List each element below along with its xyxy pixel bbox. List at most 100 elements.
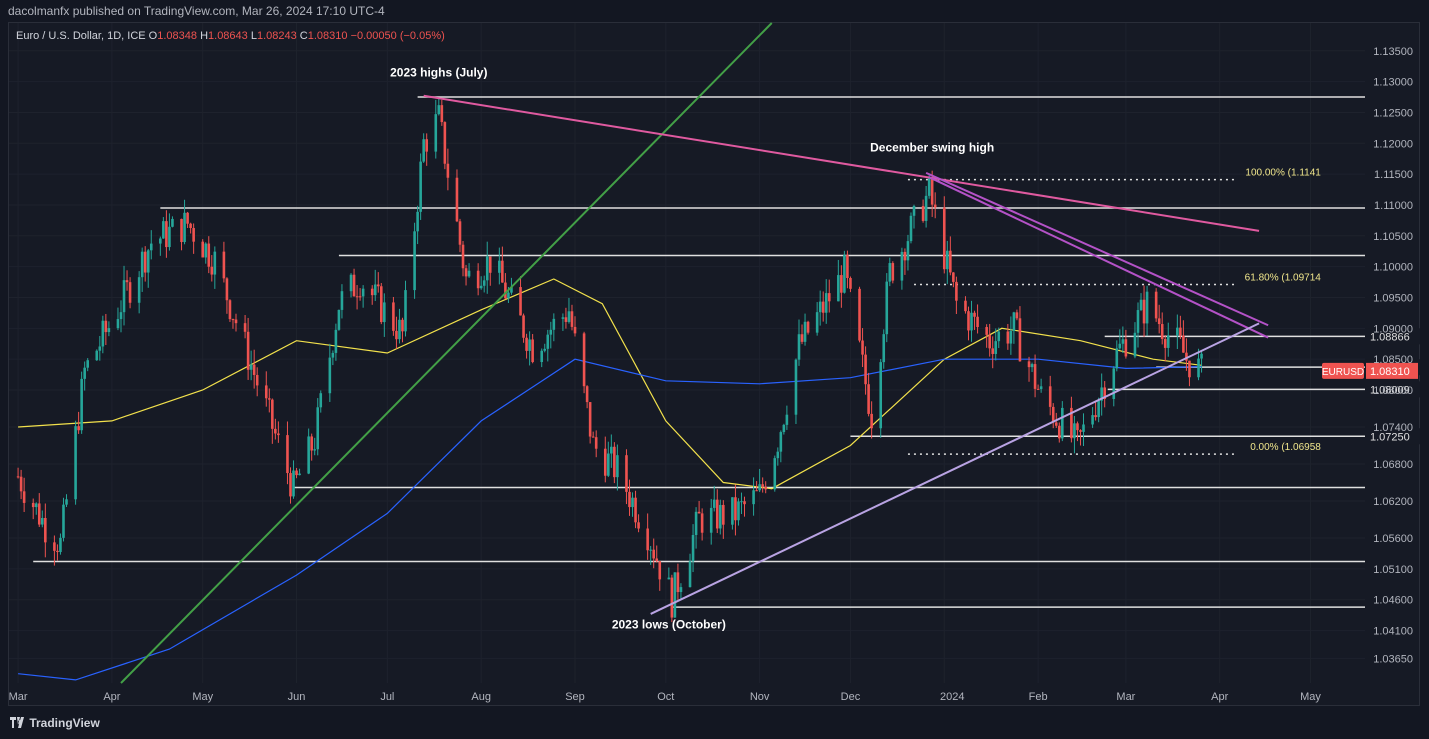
candle-body xyxy=(610,446,613,454)
candle-body xyxy=(631,497,634,508)
candlestick-chart[interactable]: 1.088661.083671.080091.07250100.00% (1.1… xyxy=(0,0,1429,739)
candle-body xyxy=(867,384,870,414)
candle-body xyxy=(77,426,80,431)
candle-body xyxy=(1163,339,1167,348)
candle-body xyxy=(1160,324,1164,340)
candle-body xyxy=(549,329,553,335)
candle-body xyxy=(488,256,492,273)
candle-body xyxy=(479,285,483,289)
candle-body xyxy=(1094,415,1097,418)
y-tick-label: 1.11000 xyxy=(1374,200,1413,212)
candle-body xyxy=(1082,424,1085,432)
candle-body xyxy=(1154,291,1158,319)
symbol-legend: Euro / U.S. Dollar, 1D, ICE O1.08348 H1.… xyxy=(16,30,445,42)
change-value: −0.00050 (−0.05%) xyxy=(350,30,445,42)
candle-body xyxy=(1133,332,1137,357)
candle-body xyxy=(140,251,144,278)
candle-body xyxy=(95,350,99,361)
candle-body xyxy=(827,293,831,302)
candle-body xyxy=(567,311,571,322)
y-tick-label: 1.08000 xyxy=(1373,385,1413,397)
candle-body xyxy=(646,528,649,551)
candle-body xyxy=(679,587,683,593)
candle-body xyxy=(752,490,755,505)
candle-body xyxy=(573,326,577,334)
candle-body xyxy=(56,550,59,553)
candle-body xyxy=(988,334,991,349)
candle-body xyxy=(818,301,822,313)
candle-body xyxy=(1124,339,1128,357)
trendline xyxy=(928,176,1269,339)
candle-body xyxy=(952,272,955,282)
candle-body xyxy=(1039,386,1043,390)
candle-body xyxy=(967,311,970,331)
candle-body xyxy=(255,374,259,386)
candle-body xyxy=(165,221,168,248)
candle-body xyxy=(310,436,313,451)
y-tick-label: 1.03650 xyxy=(1373,653,1413,665)
candle-body xyxy=(1012,312,1016,331)
candle-body xyxy=(991,348,995,354)
candle-body xyxy=(485,256,489,281)
candle-body xyxy=(337,309,341,330)
x-tick-label: May xyxy=(1300,691,1321,703)
candle-body xyxy=(1033,364,1037,389)
candle-body xyxy=(552,318,556,330)
candle-body xyxy=(231,319,235,321)
candle-body xyxy=(419,161,422,212)
candle-body xyxy=(62,504,65,538)
x-tick-label: Aug xyxy=(471,691,491,703)
y-tick-label: 1.09000 xyxy=(1373,323,1413,335)
candle-body xyxy=(316,407,320,450)
candle-body xyxy=(458,221,462,245)
candle-body xyxy=(731,497,734,525)
close-value: 1.08310 xyxy=(307,30,348,42)
candle-body xyxy=(1061,407,1064,439)
y-tick-label: 1.11500 xyxy=(1374,169,1413,181)
candle-body xyxy=(295,470,298,476)
candle-body xyxy=(737,501,740,521)
y-tick-label: 1.05100 xyxy=(1373,564,1413,576)
candle-body xyxy=(1036,388,1040,390)
candle-body xyxy=(307,436,310,474)
y-tick-label: 1.10000 xyxy=(1373,262,1413,274)
candle-body xyxy=(1027,361,1031,368)
candle-body xyxy=(997,331,1001,342)
candle-body xyxy=(119,312,123,320)
candle-body xyxy=(146,250,150,273)
candle-body xyxy=(1182,335,1185,353)
candle-body xyxy=(628,491,631,508)
candle-body xyxy=(821,301,825,313)
candle-body xyxy=(171,218,174,227)
candle-body xyxy=(1179,327,1182,336)
candle-body xyxy=(498,260,501,273)
y-tick-label: 1.13000 xyxy=(1373,77,1413,89)
candle-body xyxy=(1142,299,1146,324)
y-tick-label: 1.09500 xyxy=(1373,292,1413,304)
tradingview-logo-icon[interactable]: TradingView xyxy=(10,708,100,739)
candle-body xyxy=(824,293,828,313)
candle-body xyxy=(715,499,719,529)
candle-body xyxy=(252,364,256,375)
candle-body xyxy=(352,274,356,297)
chart-annotation: December swing high xyxy=(870,140,994,154)
trendline xyxy=(925,171,1269,327)
candle-body xyxy=(201,241,205,258)
candle-body xyxy=(1051,406,1055,423)
candle-body xyxy=(467,270,471,277)
y-tick-label: 1.04600 xyxy=(1373,595,1413,607)
candle-body xyxy=(779,432,783,452)
candle-body xyxy=(268,398,271,400)
candle-body xyxy=(670,577,674,618)
symbol-badge-label: EURUSD xyxy=(1322,367,1364,378)
x-tick-label: Oct xyxy=(657,691,674,703)
candle-body xyxy=(561,317,565,319)
candle-body xyxy=(858,288,861,341)
moving-average-line xyxy=(18,358,1202,681)
candle-body xyxy=(776,451,780,459)
candle-body xyxy=(401,319,404,332)
candle-body xyxy=(1157,318,1161,325)
y-tick-label: 1.07400 xyxy=(1373,422,1413,434)
footer: TradingView xyxy=(0,708,1429,739)
candle-body xyxy=(543,348,547,351)
